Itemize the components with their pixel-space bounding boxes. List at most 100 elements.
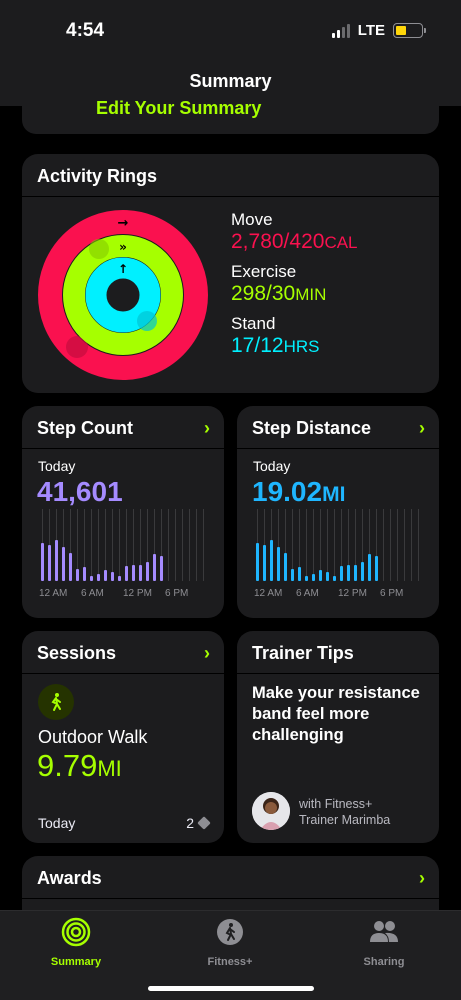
stand-value: 17/12HRS	[231, 334, 320, 357]
chart-bar	[361, 562, 364, 581]
chart-gridline	[119, 509, 120, 581]
step-count-card[interactable]: Step Count › Today 41,601 12 AM 6 AM 12 PM…	[22, 406, 224, 618]
chart-gridline	[98, 509, 99, 581]
awards-title: Awards	[37, 868, 102, 888]
chart-bar	[256, 543, 259, 581]
walking-figure-icon	[38, 684, 74, 720]
network-type: LTE	[357, 22, 385, 39]
chart-tick-label: 6 PM	[380, 588, 404, 599]
session-period: Today	[38, 815, 76, 831]
exercise-label: Exercise	[231, 262, 297, 281]
status-time: 4:54	[66, 20, 105, 41]
chart-bar	[90, 576, 93, 581]
chart-bar	[55, 540, 58, 581]
battery-icon	[393, 23, 426, 38]
chevron-right-icon[interactable]: ›	[204, 643, 210, 664]
exercise-value: 298/30MIN	[231, 282, 327, 305]
chart-tick-label: 12 AM	[254, 588, 283, 599]
status-bar: 4:54 LTE	[0, 0, 461, 62]
chevron-right-icon[interactable]: ›	[419, 868, 425, 889]
svg-text:→: →	[118, 216, 129, 231]
edit-summary-link[interactable]: Edit Your Summary	[96, 98, 261, 119]
chart-bar	[347, 565, 350, 581]
chart-bar	[326, 572, 329, 581]
session-activity: Outdoor Walk	[38, 727, 148, 747]
chart-bar	[298, 567, 301, 581]
chart-bar	[125, 566, 128, 581]
card-divider	[237, 673, 439, 674]
trainer-tips-card[interactable]: Trainer Tips Make your resistance band f…	[237, 631, 439, 843]
chart-bar	[48, 545, 51, 581]
chart-gridline	[112, 509, 113, 581]
card-divider	[22, 673, 224, 674]
fitness-figure-icon	[217, 919, 243, 945]
chart-gridline	[306, 509, 307, 581]
chart-bar	[104, 570, 107, 581]
chart-bar	[354, 565, 357, 581]
chevron-right-icon[interactable]: ›	[204, 418, 210, 439]
chart-tick-label: 6 AM	[296, 588, 319, 599]
chart-tick-label: 6 PM	[165, 588, 189, 599]
chart-gridline	[189, 509, 190, 581]
sessions-card[interactable]: Sessions › Outdoor Walk 9.79MI Today 2	[22, 631, 224, 843]
chart-gridline	[334, 509, 335, 581]
chart-bar	[97, 574, 100, 581]
step-count-chart: 12 AM 6 AM 12 PM 6 PM	[39, 509, 214, 599]
trainer-credit: with Fitness+ Trainer Marimba	[299, 797, 391, 827]
chart-bar	[62, 547, 65, 581]
chart-tick-label: 6 AM	[81, 588, 104, 599]
card-divider	[22, 448, 224, 449]
step-count-title: Step Count	[37, 418, 133, 438]
chart-bar	[375, 556, 378, 581]
chart-gridline	[397, 509, 398, 581]
step-count-period: Today	[38, 458, 76, 474]
tab-summary[interactable]: Summary	[16, 917, 136, 968]
chart-bar	[270, 540, 273, 581]
activity-rings-card[interactable]: Activity Rings → » ↑ Move 2,780/420CAL E…	[22, 154, 439, 393]
chart-gridline	[383, 509, 384, 581]
cellular-signal-icon	[331, 23, 350, 38]
chart-gridline	[404, 509, 405, 581]
home-indicator[interactable]	[148, 986, 314, 991]
chart-bar	[118, 576, 121, 581]
chart-gridline	[203, 509, 204, 581]
tab-fitness-plus[interactable]: Fitness+	[170, 917, 290, 968]
card-divider	[22, 196, 439, 197]
trainer-avatar	[252, 792, 290, 830]
chart-bar	[111, 572, 114, 581]
step-distance-value: 19.02MI	[252, 476, 346, 507]
page-title: Summary	[189, 71, 272, 91]
chart-bar	[76, 569, 79, 581]
svg-text:↑: ↑	[118, 262, 128, 276]
ring-stats: Move 2,780/420CAL Exercise 298/30MIN Sta…	[231, 210, 358, 366]
move-label: Move	[231, 210, 273, 229]
chart-tick-label: 12 AM	[39, 588, 68, 599]
stand-label: Stand	[231, 314, 276, 333]
chevron-right-icon[interactable]: ›	[419, 418, 425, 439]
chart-bar	[139, 565, 142, 581]
chart-bar	[146, 562, 149, 581]
step-distance-chart: 12 AM 6 AM 12 PM 6 PM	[254, 509, 429, 599]
step-distance-title: Step Distance	[252, 418, 372, 438]
chart-bar	[277, 547, 280, 581]
chart-bar	[160, 556, 163, 581]
chart-bar	[368, 554, 371, 581]
tab-sharing[interactable]: Sharing	[324, 917, 444, 968]
trainer-tips-title: Trainer Tips	[252, 643, 354, 663]
chart-bar	[41, 543, 44, 581]
trainer-tip-headline: Make your resistance band feel more chal…	[252, 684, 420, 744]
chart-bar	[153, 554, 156, 581]
step-distance-card[interactable]: Step Distance › Today 19.02MI 12 AM 6 AM 1…	[237, 406, 439, 618]
step-count-value: 41,601	[37, 476, 123, 507]
status-indicators: LTE	[331, 22, 426, 39]
chart-bar	[291, 569, 294, 581]
chart-gridline	[390, 509, 391, 581]
step-distance-period: Today	[253, 458, 291, 474]
chart-gridline	[196, 509, 197, 581]
chart-bar	[333, 576, 336, 581]
people-icon	[370, 921, 398, 942]
chart-bar	[69, 553, 72, 581]
chart-gridline	[327, 509, 328, 581]
card-divider	[237, 448, 439, 449]
card-divider	[22, 898, 439, 899]
